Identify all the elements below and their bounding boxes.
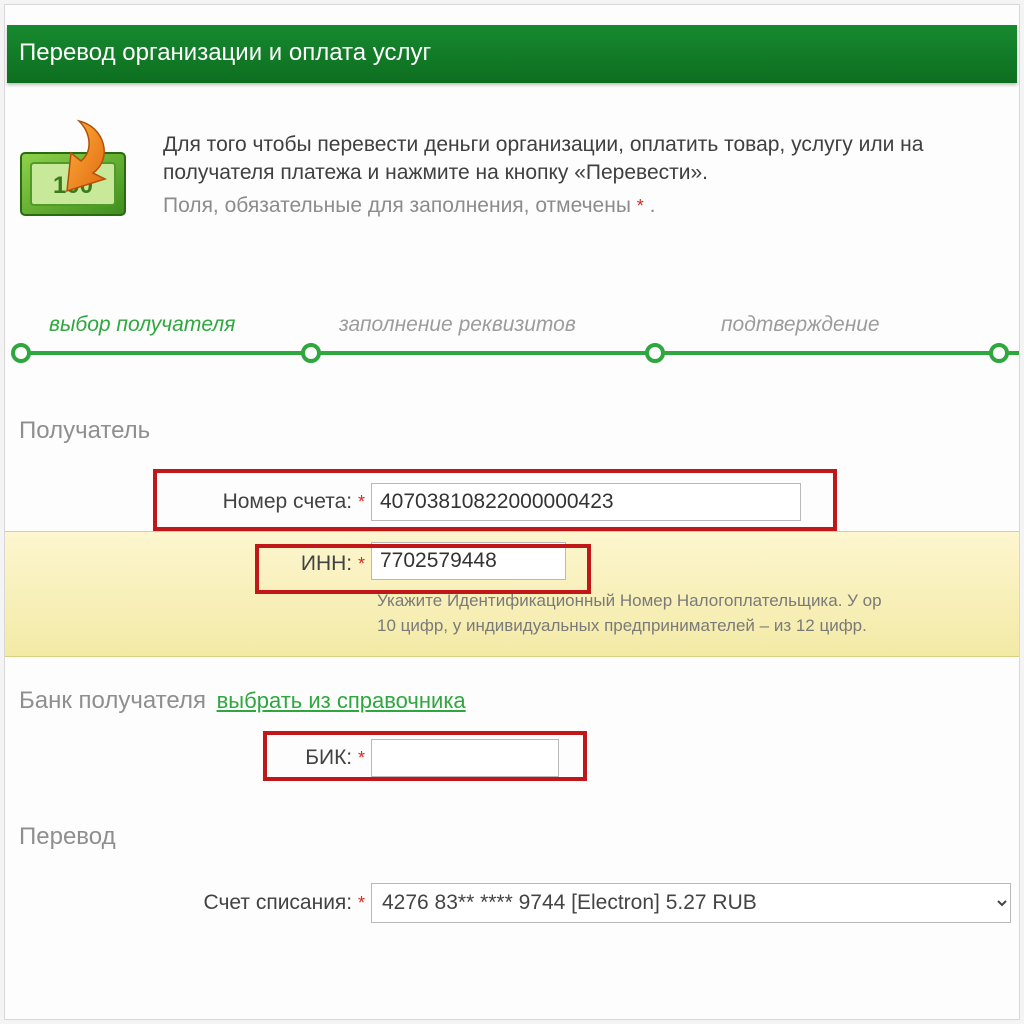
label-debit-account: Счет списания: — [204, 891, 353, 914]
required-star: * — [358, 554, 365, 574]
label-account-number: Номер счета: — [223, 490, 353, 513]
step-3-label[interactable]: подтверждение — [721, 313, 880, 337]
row-bik: БИК: * — [5, 729, 1019, 787]
step-1-label[interactable]: выбор получателя — [49, 313, 235, 337]
payment-form-window: Перевод организации и оплата услуг 100 — [4, 4, 1020, 1020]
input-account-number[interactable] — [371, 483, 801, 521]
section-transfer-heading: Перевод — [19, 823, 1019, 851]
intro-required-note: Поля, обязательные для заполнения, отмеч… — [163, 192, 1019, 220]
required-star: * — [358, 748, 365, 768]
link-select-from-directory[interactable]: выбрать из справочника — [217, 688, 466, 713]
label-bik: БИК: — [305, 746, 352, 769]
intro-line-2: получателя платежа и нажмите на кнопку «… — [163, 159, 1019, 187]
section-bank-heading: Банк получателя — [19, 687, 206, 714]
row-inn: ИНН: * Укажите Идентификационный Номер Н… — [5, 531, 1019, 657]
step-2-label[interactable]: заполнение реквизитов — [339, 313, 576, 337]
section-bank-heading-row: Банк получателя выбрать из справочника — [19, 687, 1019, 715]
required-star: * — [358, 893, 365, 913]
select-debit-account[interactable]: 4276 83** **** 9744 [Electron] 5.27 RUB — [371, 883, 1011, 923]
input-inn[interactable] — [371, 542, 566, 580]
page-title: Перевод организации и оплата услуг — [7, 25, 1017, 83]
section-recipient-heading: Получатель — [19, 417, 1019, 445]
hint-inn-1: Укажите Идентификационный Номер Налогопл… — [377, 590, 1019, 613]
required-star: * — [358, 492, 365, 512]
money-transfer-icon: 100 — [13, 113, 139, 223]
input-bik[interactable] — [371, 739, 559, 777]
intro-block: 100 Для того чтобы перевести деньги орга… — [13, 113, 1019, 223]
intro-line-1: Для того чтобы перевести деньги организа… — [163, 131, 1019, 159]
progress-stepper: выбор получателя заполнение реквизитов п… — [5, 313, 1019, 373]
hint-inn-2: 10 цифр, у индивидуальных предпринимател… — [377, 615, 1019, 638]
row-account-number: Номер счета: * — [5, 473, 1019, 531]
row-debit-account: Счет списания: * 4276 83** **** 9744 [El… — [5, 873, 1019, 933]
label-inn: ИНН: — [301, 552, 352, 575]
